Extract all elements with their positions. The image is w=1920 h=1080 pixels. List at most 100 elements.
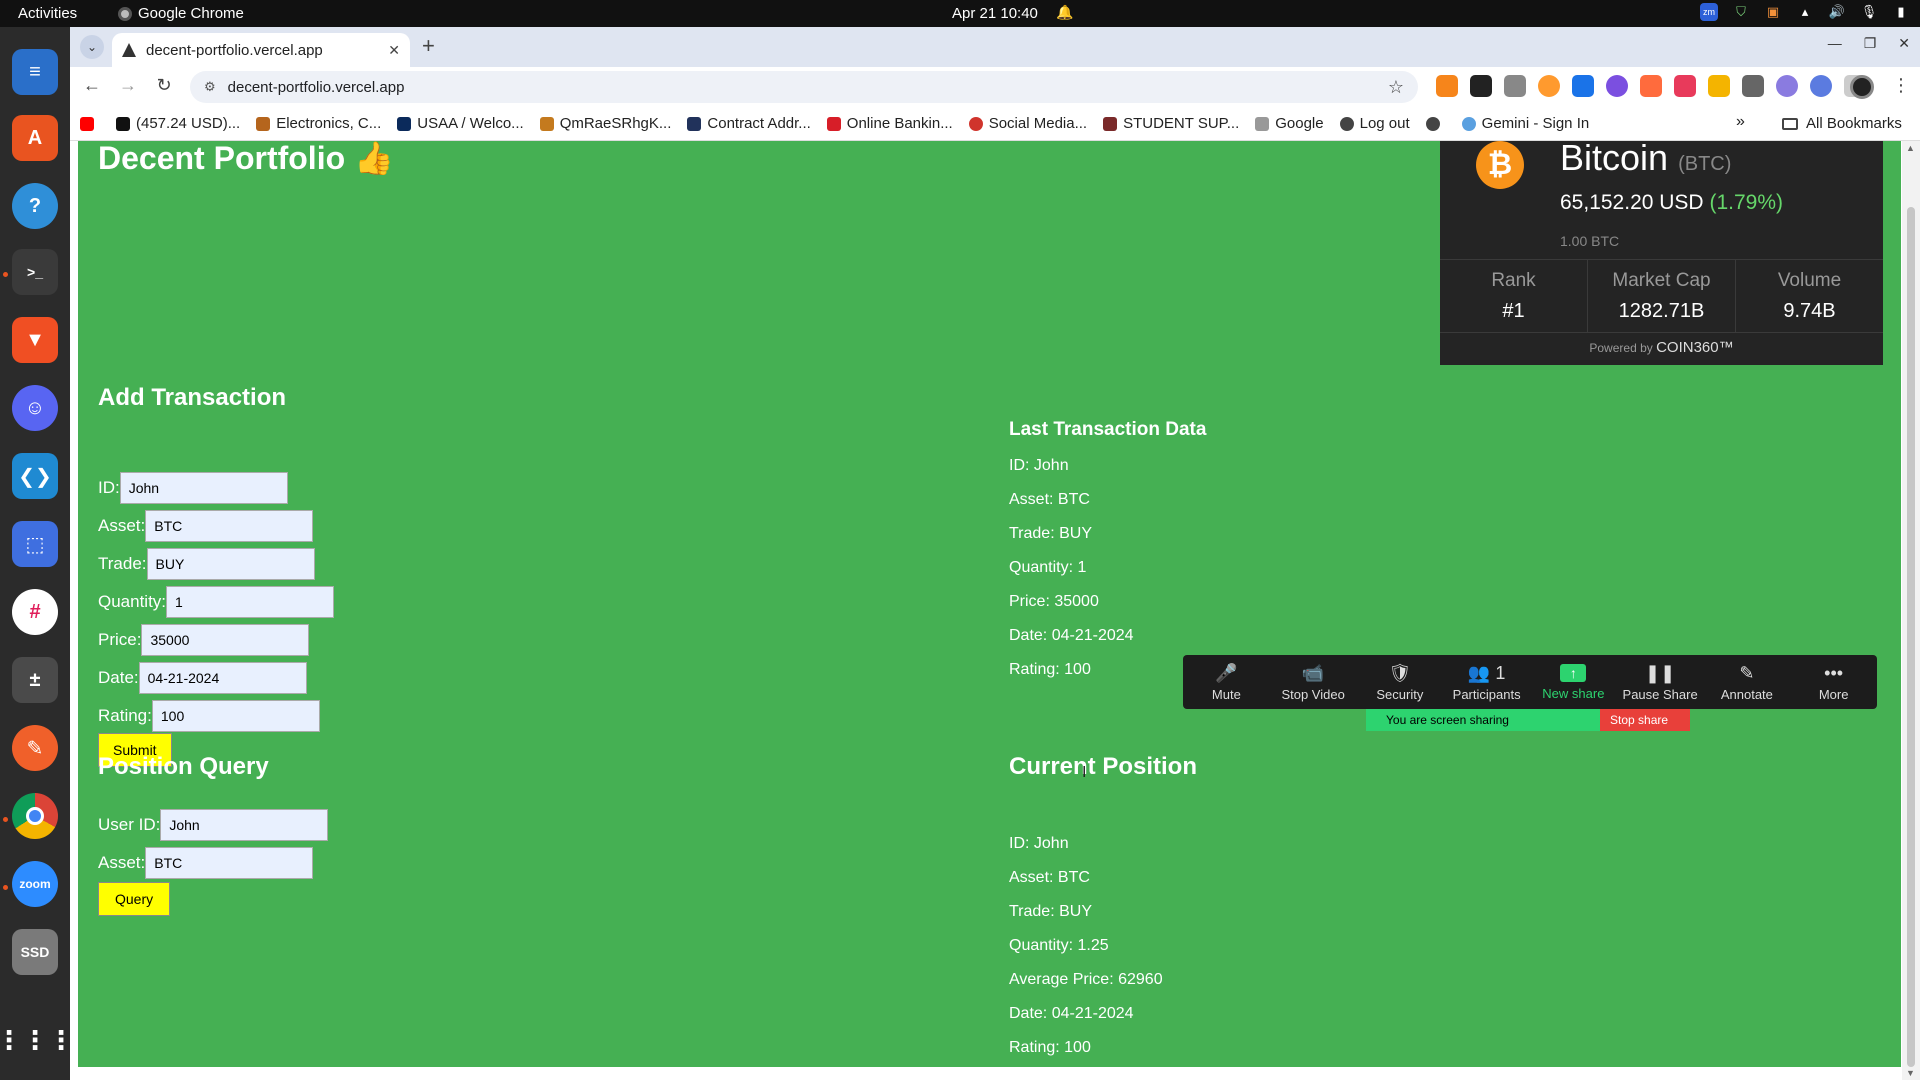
tab-search-button[interactable]: ⌄: [80, 35, 104, 59]
extension-icon-7[interactable]: [1640, 75, 1662, 97]
terminal-icon[interactable]: >_: [12, 249, 58, 295]
page-scrollbar[interactable]: ▲ ▼: [1902, 141, 1920, 1080]
app-center-icon[interactable]: A: [12, 115, 58, 161]
slack-icon[interactable]: #: [12, 589, 58, 635]
stop-share-button[interactable]: Stop share: [1600, 709, 1690, 731]
mute-button[interactable]: 🎤 Mute: [1183, 655, 1270, 709]
add-transaction-heading: Add Transaction: [98, 384, 287, 411]
bookmark-favicon-icon: [397, 116, 412, 131]
user-id-input[interactable]: [160, 809, 329, 841]
minimize-icon[interactable]: —: [1828, 35, 1842, 52]
id-input[interactable]: [119, 472, 288, 504]
zoom-icon[interactable]: zoom: [12, 861, 58, 907]
trade-input[interactable]: [146, 548, 315, 580]
more-button[interactable]: ••• More: [1790, 655, 1877, 709]
extension-icon-3[interactable]: [1504, 75, 1526, 97]
activities-button[interactable]: Activities: [18, 5, 77, 22]
notification-bell-icon[interactable]: 🔔: [1056, 4, 1073, 21]
pen-icon[interactable]: ✎: [12, 725, 58, 771]
participants-button[interactable]: 👥 1 Participants: [1443, 655, 1530, 709]
scroll-down-icon[interactable]: ▼: [1906, 1068, 1915, 1078]
site-info-icon[interactable]: ⚙: [204, 79, 216, 95]
address-bar[interactable]: ⚙ decent-portfolio.vercel.app ☆: [190, 71, 1418, 103]
screen-sharing-indicator[interactable]: You are screen sharing: [1366, 709, 1600, 731]
bookmark-item[interactable]: Contract Addr...: [687, 115, 811, 132]
bookmark-item[interactable]: STUDENT SUP...: [1103, 115, 1239, 132]
url-text[interactable]: decent-portfolio.vercel.app: [228, 79, 1376, 96]
extension-icon-4[interactable]: [1538, 75, 1560, 97]
tab-decent-portfolio[interactable]: decent-portfolio.vercel.app ✕: [112, 33, 410, 67]
scrollbar-thumb[interactable]: [1907, 207, 1915, 1067]
price-input[interactable]: [141, 624, 310, 656]
wifi-icon[interactable]: ▴: [1796, 3, 1814, 21]
stop-video-button[interactable]: 📹 Stop Video: [1270, 655, 1357, 709]
extension-icon-8[interactable]: [1674, 75, 1696, 97]
shield-tray-icon[interactable]: ⛉: [1732, 3, 1750, 21]
ssd-drive-icon[interactable]: SSD: [12, 929, 58, 975]
date-input[interactable]: [138, 662, 307, 694]
bookmark-item[interactable]: QmRaeSRhgK...: [539, 115, 671, 132]
extension-icon-11[interactable]: [1776, 75, 1798, 97]
rating-input[interactable]: [151, 700, 320, 732]
last-tx-rating: Rating: 100: [1009, 661, 1091, 678]
help-icon[interactable]: ?: [12, 183, 58, 229]
annotate-button[interactable]: ✎ Annotate: [1704, 655, 1791, 709]
back-icon[interactable]: ←: [80, 75, 104, 96]
bookmark-favicon-icon: [539, 116, 554, 131]
asset-input[interactable]: [145, 510, 314, 542]
discord-icon[interactable]: ☺: [12, 385, 58, 431]
bookmark-item[interactable]: Google: [1255, 115, 1324, 132]
battery-icon[interactable]: ▮: [1892, 3, 1910, 21]
coin360-widget[interactable]: ₿ Bitcoin (BTC) 65,152.20 USD (1.79%) 1.…: [1440, 137, 1883, 365]
extension-icon-9[interactable]: [1708, 75, 1730, 97]
extension-icon-10[interactable]: [1742, 75, 1764, 97]
screen-share-tray-icon[interactable]: ▣: [1764, 3, 1782, 21]
close-window-icon[interactable]: ✕: [1898, 35, 1910, 52]
microphone-icon[interactable]: 🎙: [1860, 3, 1878, 21]
restore-icon[interactable]: ❐: [1864, 35, 1877, 52]
scroll-up-icon[interactable]: ▲: [1906, 143, 1915, 153]
bookmark-star-icon[interactable]: ☆: [1388, 77, 1404, 98]
forward-icon[interactable]: →: [116, 75, 140, 96]
metamask-icon[interactable]: [1436, 75, 1458, 97]
vscode-icon[interactable]: ❮❯: [12, 453, 58, 499]
query-asset-input[interactable]: [145, 847, 314, 879]
brave-icon[interactable]: ▼: [12, 317, 58, 363]
volume-icon[interactable]: 🔊: [1828, 3, 1846, 21]
more-bookmarks-icon[interactable]: »: [1736, 113, 1745, 131]
app-menu[interactable]: Google Chrome: [118, 5, 244, 22]
chrome-menu-icon[interactable]: ⋮: [1892, 75, 1910, 96]
reload-icon[interactable]: ↻: [152, 75, 176, 96]
new-tab-button[interactable]: +: [422, 33, 435, 59]
powered-by-coin360[interactable]: Powered by COIN360™: [1440, 339, 1883, 356]
bookmark-item[interactable]: (457.24 USD)...: [116, 115, 240, 132]
bookmark-item[interactable]: USAA / Welco...: [397, 115, 524, 132]
system-tray[interactable]: zm ⛉ ▣ ▴ 🔊 🎙 ▮: [1700, 3, 1910, 21]
query-button[interactable]: Query: [98, 882, 171, 916]
bookmark-item[interactable]: [80, 116, 100, 131]
libreoffice-writer-icon[interactable]: ≡: [12, 49, 58, 95]
pause-share-button[interactable]: ❚❚ Pause Share: [1617, 655, 1704, 709]
new-share-button[interactable]: ↑ New share: [1530, 655, 1617, 709]
extension-icon-2[interactable]: [1470, 75, 1492, 97]
bookmark-item[interactable]: Social Media...: [968, 115, 1087, 132]
close-tab-icon[interactable]: ✕: [388, 42, 400, 59]
extension-icon-12[interactable]: [1810, 75, 1832, 97]
bookmark-item[interactable]: Online Bankin...: [826, 115, 953, 132]
zoom-tray-icon[interactable]: zm: [1700, 3, 1718, 21]
quantity-input[interactable]: [166, 586, 335, 618]
all-bookmarks-button[interactable]: All Bookmarks: [1782, 115, 1902, 132]
app-grid-icon[interactable]: ⋮⋮⋮: [0, 1017, 74, 1063]
calculator-icon[interactable]: ±: [12, 657, 58, 703]
screenshot-icon[interactable]: ⬚: [12, 521, 58, 567]
security-button[interactable]: 🛡 Security: [1357, 655, 1444, 709]
bookmark-item[interactable]: Electronics, C...: [256, 115, 381, 132]
profile-avatar[interactable]: [1850, 75, 1874, 99]
bookmark-item[interactable]: [1425, 116, 1446, 131]
extension-icon-5[interactable]: [1572, 75, 1594, 97]
chrome-icon[interactable]: [12, 793, 58, 839]
bookmark-item[interactable]: Gemini - Sign In: [1461, 115, 1589, 132]
clock[interactable]: Apr 21 10:40: [952, 5, 1038, 22]
extension-icon-6[interactable]: [1606, 75, 1628, 97]
bookmark-item[interactable]: Log out: [1339, 115, 1410, 132]
